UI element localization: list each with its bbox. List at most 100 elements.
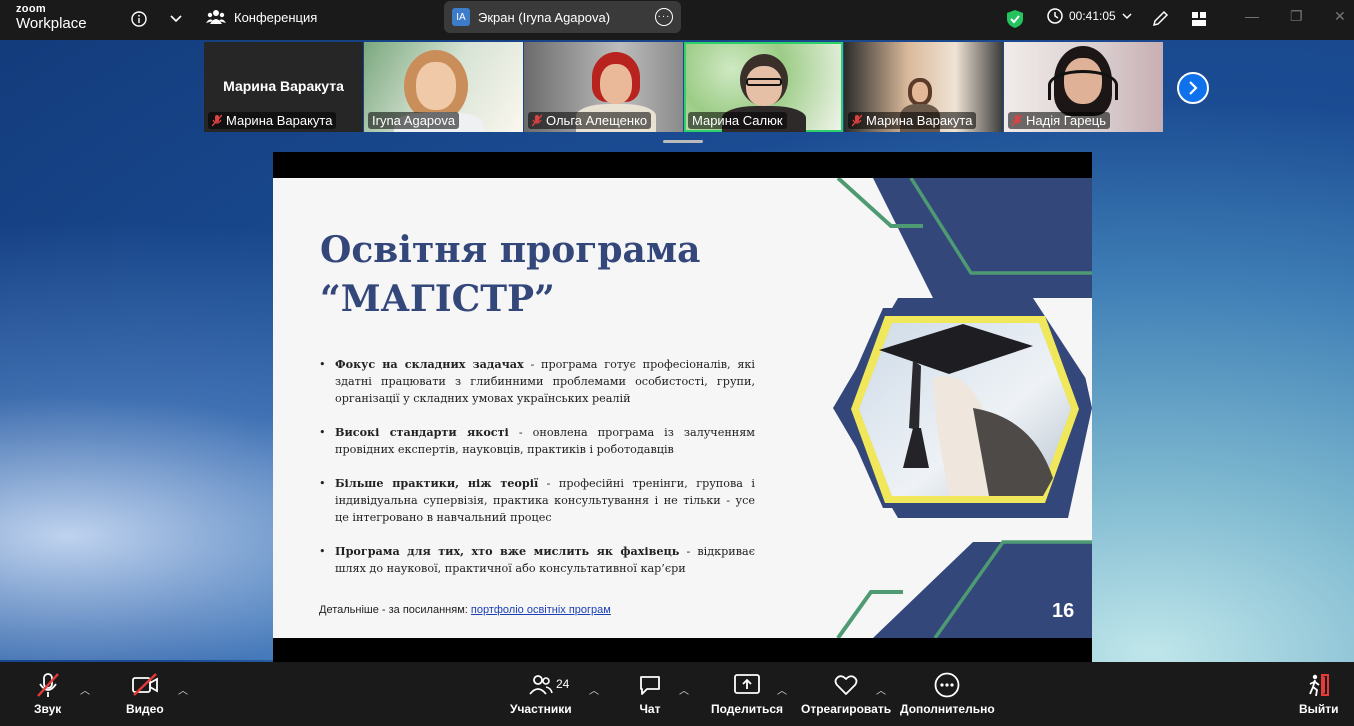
participant-name: Марина Варакута — [226, 113, 333, 128]
chat-options-chevron-icon[interactable]: ︿ — [679, 682, 689, 697]
slide-bullet: Фокус на складних задачах - програма гот… — [319, 356, 755, 407]
react-options-chevron-icon[interactable]: ︿ — [876, 682, 886, 697]
participant-face — [746, 66, 782, 106]
strip-resize-handle[interactable] — [663, 140, 703, 143]
layout-grid-icon[interactable] — [1188, 8, 1210, 30]
more-button[interactable]: Дополнительно — [900, 672, 995, 716]
chat-button[interactable]: Чат — [638, 672, 662, 716]
slide-title-line: “МАГІСТР” — [320, 278, 555, 320]
more-label: Дополнительно — [900, 702, 995, 716]
participant-tile[interactable]: Надія Гарець — [1004, 42, 1163, 132]
participant-label: Марина Салюк — [688, 112, 787, 129]
participant-face — [416, 62, 456, 110]
shared-screen: Освітня програма “МАГІСТР” Фокус на скла… — [273, 152, 1092, 664]
participant-name: Марина Салюк — [692, 113, 783, 128]
logo-top-text: zoom — [16, 3, 46, 15]
participant-tile[interactable]: Ольга Алещенко — [524, 42, 683, 132]
chevron-down-icon — [1122, 12, 1132, 19]
presentation-slide: Освітня програма “МАГІСТР” Фокус на скла… — [273, 178, 1092, 638]
participant-strip: Марина Варакута Марина Варакута Iryna Ag… — [204, 42, 1163, 132]
maximize-icon[interactable]: ❐ — [1290, 8, 1303, 25]
participants-count: 24 — [556, 677, 570, 691]
muted-mic-icon — [1012, 114, 1022, 127]
heart-icon — [834, 675, 858, 695]
more-icon — [934, 672, 960, 698]
bullet-heading: Програма для тих, хто вже мислить як фах… — [335, 544, 680, 558]
share-button[interactable]: Поделиться — [711, 672, 783, 716]
chevron-right-icon — [1189, 81, 1198, 95]
participants-options-chevron-icon[interactable]: ︿ — [589, 682, 599, 697]
people-icon — [206, 10, 226, 24]
more-options-icon[interactable]: ··· — [655, 8, 673, 26]
zoom-logo: zoom Workplace — [16, 3, 87, 32]
top-bar: zoom Workplace Конференция IA Экран (Iry… — [0, 0, 1354, 40]
audio-label: Звук — [34, 702, 62, 716]
share-options-chevron-icon[interactable]: ︿ — [777, 682, 787, 697]
participant-tile[interactable]: Марина Варакута — [844, 42, 1003, 132]
participant-name: Iryna Agapova — [372, 113, 456, 128]
bullet-heading: Фокус на складних задачах — [335, 357, 524, 371]
muted-mic-icon — [852, 114, 862, 127]
participant-face — [912, 82, 928, 102]
shield-icon[interactable] — [1004, 8, 1026, 30]
logo-bottom-text: Workplace — [16, 15, 87, 32]
video-options-chevron-icon[interactable]: ︿ — [178, 682, 188, 697]
bullet-heading: Більше практики, ніж теорії — [335, 476, 539, 490]
participant-face — [600, 64, 632, 104]
meeting-label: Конференция — [234, 9, 318, 25]
next-page-button[interactable] — [1177, 72, 1209, 104]
annotate-pencil-icon[interactable] — [1149, 8, 1171, 30]
chat-label: Чат — [639, 702, 661, 716]
muted-mic-icon — [212, 114, 222, 127]
muted-mic-icon — [532, 114, 542, 127]
participant-name: Марина Варакута — [866, 113, 973, 128]
portfolio-link[interactable]: портфоліо освітніх програм — [471, 604, 611, 616]
participant-name: Надія Гарець — [1026, 113, 1106, 128]
slide-title-line: Освітня програма — [320, 229, 701, 271]
meeting-timer[interactable]: 00:41:05 — [1047, 5, 1132, 27]
share-screen-icon — [734, 674, 760, 694]
participant-label: Марина Варакута — [848, 112, 977, 129]
slide-bullet: Високі стандарти якості - оновлена прогр… — [319, 424, 755, 458]
bullet-heading: Високі стандарти якості — [335, 425, 509, 439]
sharer-avatar: IA — [452, 8, 470, 26]
video-label: Видео — [126, 702, 164, 716]
participants-icon — [529, 675, 553, 695]
participant-label: Марина Варакута — [208, 112, 337, 129]
participant-tile[interactable]: Iryna Agapova — [364, 42, 523, 132]
leave-label: Выйти — [1299, 702, 1339, 716]
leave-button[interactable]: Выйти — [1299, 672, 1339, 716]
bottom-toolbar: Звук ︿ Видео ︿ Участники 24 ︿ Чат ︿ Поде… — [0, 662, 1354, 726]
participant-label: Надія Гарець — [1008, 112, 1110, 129]
clock-icon — [1047, 8, 1063, 24]
slide-bullet: Програма для тих, хто вже мислить як фах… — [319, 543, 755, 577]
slide-title: Освітня програма “МАГІСТР” — [320, 226, 740, 324]
headset-icon — [1048, 70, 1118, 100]
audio-options-chevron-icon[interactable]: ︿ — [80, 682, 90, 697]
screen-share-indicator[interactable]: IA Экран (Iryna Agapova) ··· — [444, 1, 681, 33]
slide-bullet-list: Фокус на складних задачах - програма гот… — [319, 356, 755, 594]
minimize-icon[interactable]: — — [1245, 8, 1259, 24]
chevron-down-icon[interactable] — [165, 8, 187, 30]
screen-share-label: Экран (Iryna Agapova) — [478, 9, 611, 25]
timer-text: 00:41:05 — [1069, 9, 1116, 23]
participant-label: Iryna Agapova — [368, 112, 460, 129]
info-icon[interactable] — [128, 8, 150, 30]
participants-label: Участники — [510, 702, 572, 716]
video-off-icon — [131, 673, 158, 696]
participant-tile[interactable]: Марина Варакута Марина Варакута — [204, 42, 363, 132]
slide-page-number: 16 — [1052, 600, 1075, 622]
react-label: Отреагировать — [801, 702, 892, 716]
mic-muted-icon — [36, 673, 59, 697]
participant-tile-active-speaker[interactable]: Марина Салюк — [684, 42, 843, 132]
slide-bullet: Більше практики, ніж теорії - професійні… — [319, 475, 755, 526]
close-icon[interactable]: ✕ — [1334, 8, 1346, 25]
details-prefix: Детальніше - за посиланням: — [319, 604, 471, 616]
chat-icon — [640, 676, 660, 695]
audio-button[interactable]: Звук — [34, 672, 61, 716]
meeting-button[interactable]: Конференция — [206, 4, 317, 30]
participant-label: Ольга Алещенко — [528, 112, 652, 129]
participant-name: Ольга Алещенко — [546, 113, 648, 128]
video-button[interactable]: Видео — [126, 672, 164, 716]
glasses-icon — [746, 78, 782, 86]
